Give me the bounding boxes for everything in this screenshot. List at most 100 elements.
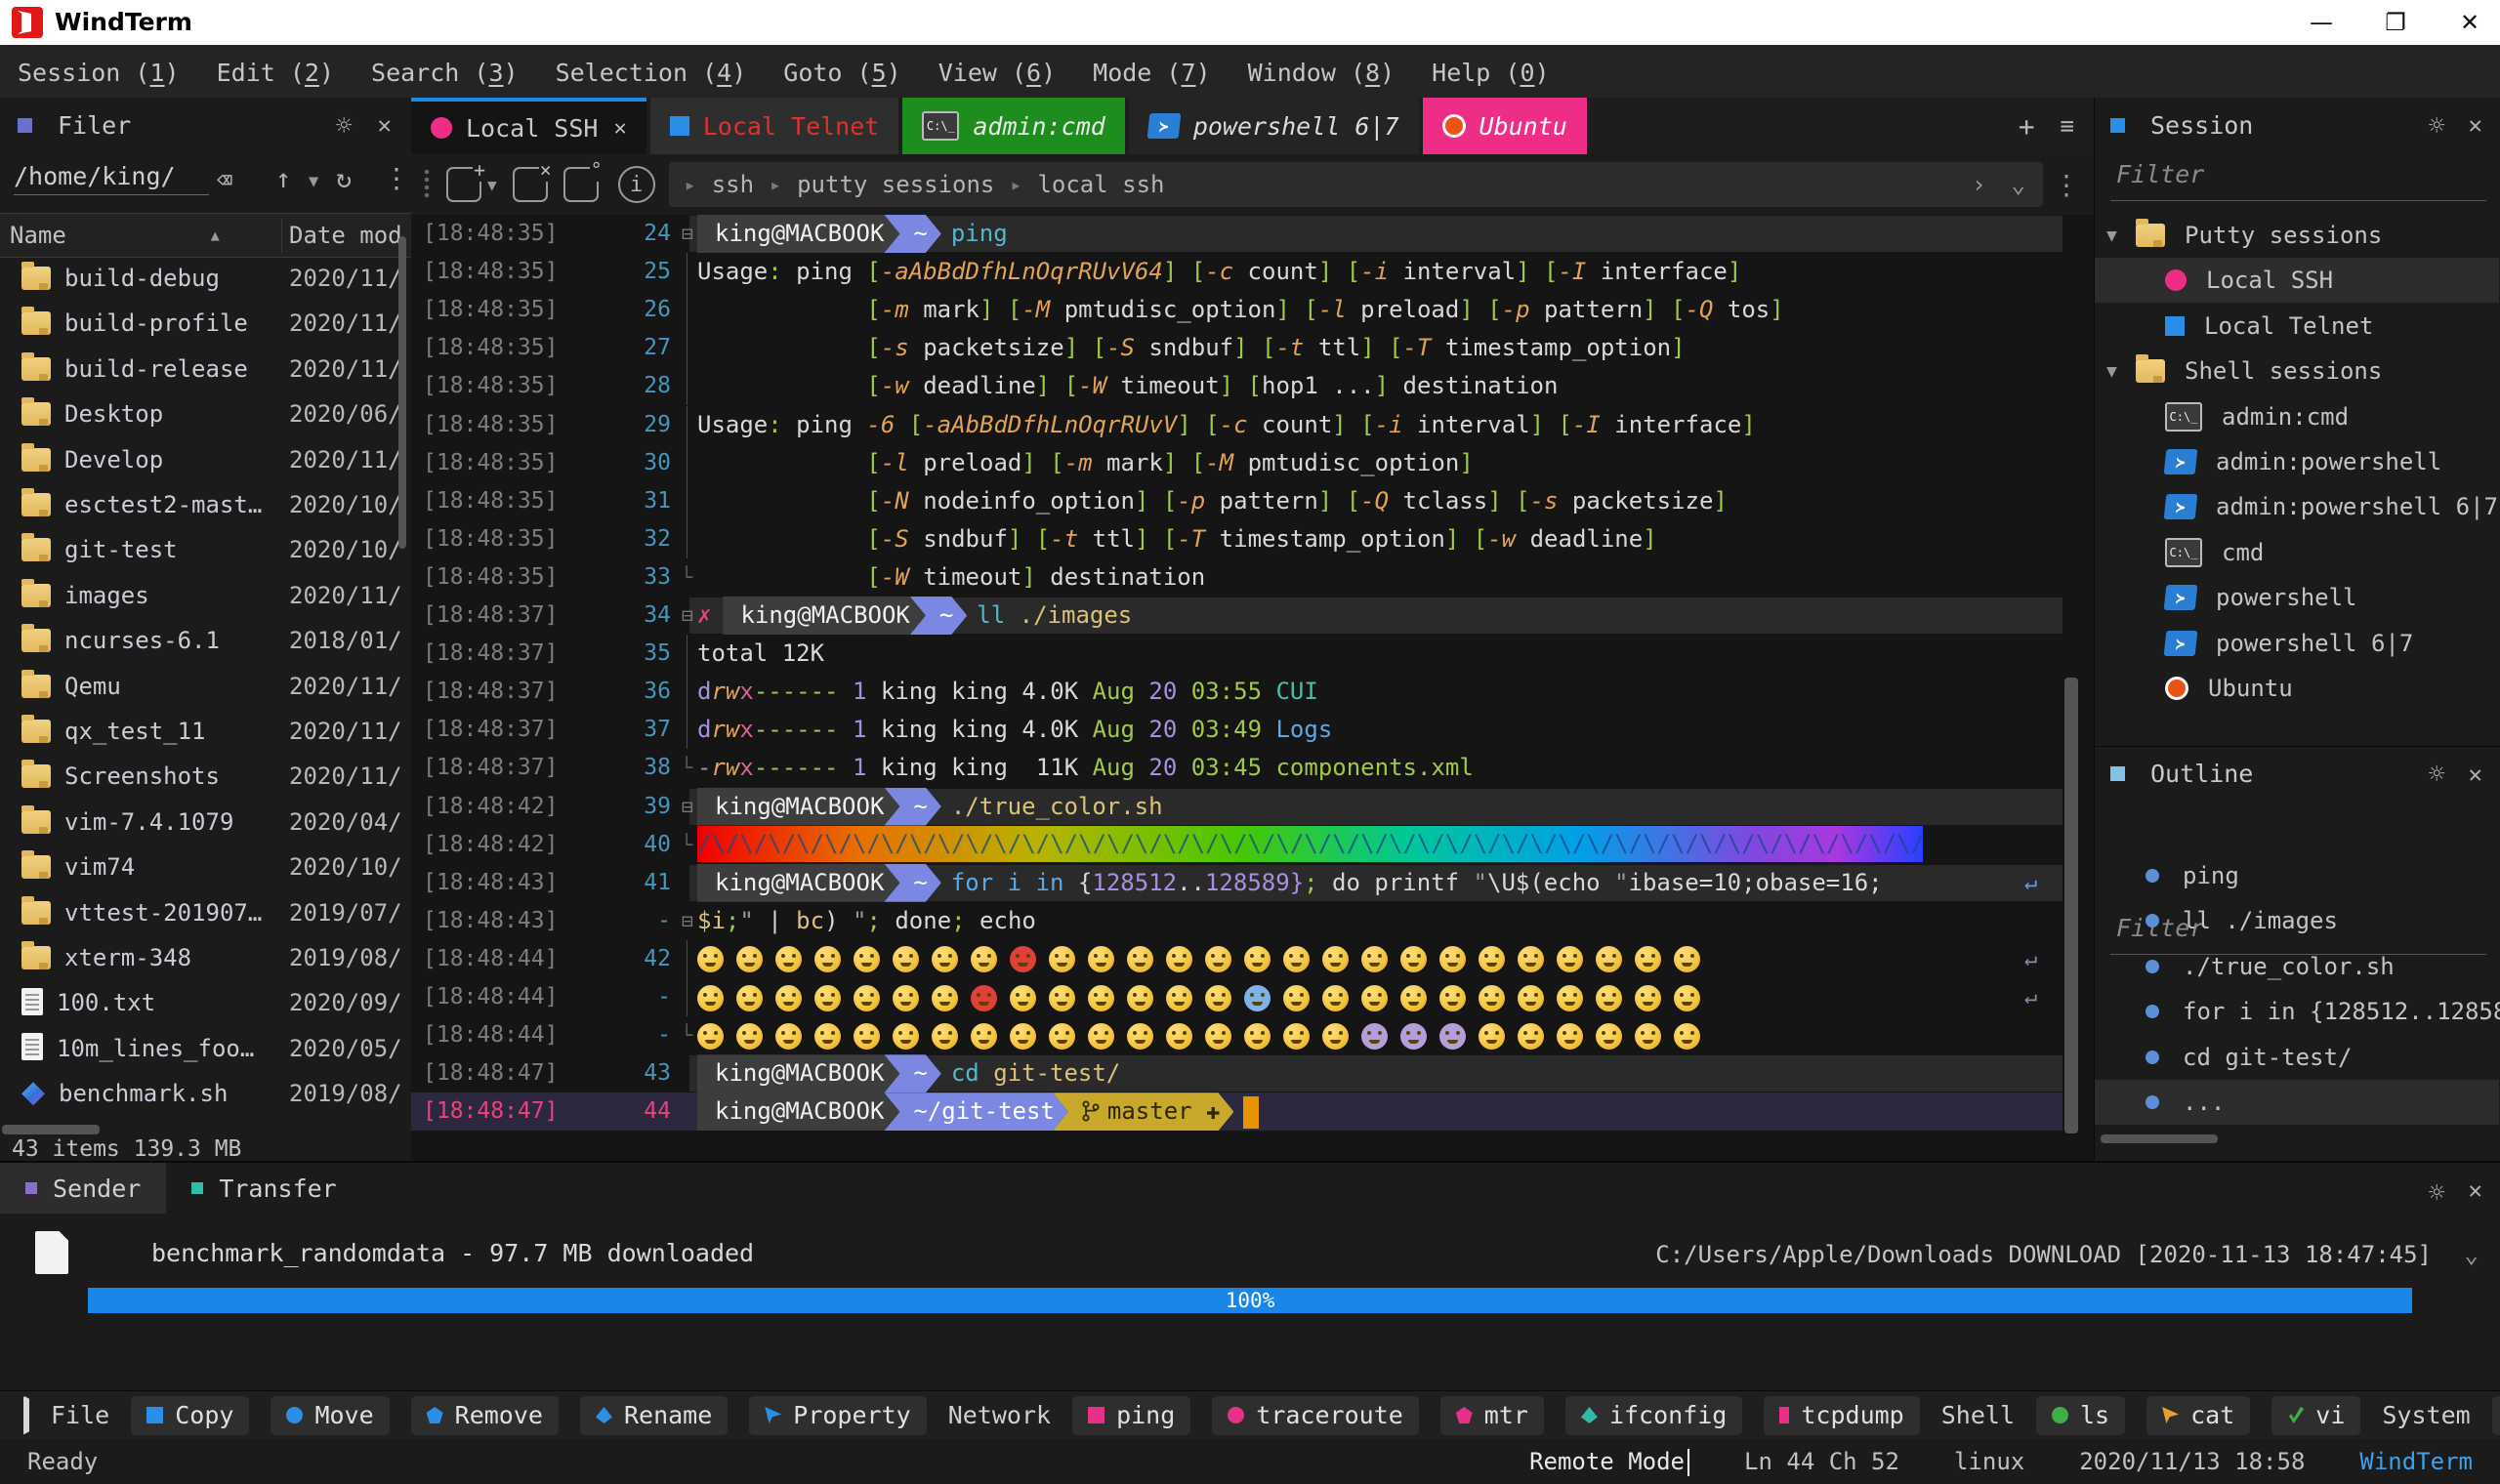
filer-settings-gear-icon[interactable]: ☼ xyxy=(336,109,353,142)
menu-goto[interactable]: Goto (5) xyxy=(783,59,900,87)
fold-marker-icon[interactable]: ⊟ xyxy=(677,215,698,253)
minimize-button[interactable]: — xyxy=(2291,0,2352,45)
filer-vertical-scrollbar[interactable] xyxy=(398,236,406,549)
breadcrumb-item-putty-sessions[interactable]: putty sessions xyxy=(797,171,994,198)
toolbar-button-vi[interactable]: vi xyxy=(2271,1395,2361,1435)
menu-session[interactable]: Session (1) xyxy=(18,59,180,87)
tab-ubuntu[interactable]: Ubuntu xyxy=(1422,98,1587,154)
new-tab-icon[interactable]: + xyxy=(446,158,486,202)
expand-arrow-icon[interactable]: ▼ xyxy=(2106,226,2130,246)
toolbar-button-traceroute[interactable]: traceroute xyxy=(1212,1395,1419,1435)
file-row[interactable]: vttest-20190710 2019/07/ xyxy=(0,890,411,935)
file-row[interactable]: git-test 2020/10/ xyxy=(0,527,411,572)
filer-close-icon[interactable]: ✕ xyxy=(378,111,392,139)
file-row[interactable]: Qemu 2020/11/ xyxy=(0,664,411,709)
refresh-icon[interactable]: ↻ xyxy=(336,164,352,194)
toolbar-button-rename[interactable]: Rename xyxy=(579,1395,729,1435)
file-row[interactable]: Screenshots 2020/11/ xyxy=(0,754,411,799)
outline-close-icon[interactable]: ✕ xyxy=(2469,761,2482,788)
toolbar-button-mtr[interactable]: mtr xyxy=(1439,1395,1544,1435)
file-row[interactable]: ncurses-6.1 2018/01/ xyxy=(0,618,411,663)
outline-horizontal-scrollbar[interactable] xyxy=(2101,1134,2218,1143)
up-directory-icon[interactable]: ↑ xyxy=(275,164,291,194)
session-item-admin-cmd[interactable]: C:\_ admin:cmd xyxy=(2095,394,2499,439)
status-mode[interactable]: Remote Mode xyxy=(1529,1448,1690,1476)
session-item-admin-powershell-6-7[interactable]: ≻ admin:powershell 6|7 xyxy=(2095,484,2499,529)
run-command-icon[interactable]: › xyxy=(1972,171,1985,198)
sender-tab-sender[interactable]: Sender xyxy=(0,1163,167,1214)
maximize-button[interactable]: ❐ xyxy=(2365,0,2426,45)
session-item-local-telnet[interactable]: Local Telnet xyxy=(2095,304,2499,349)
tab-admin-cmd[interactable]: C:\_ admin:cmd xyxy=(902,98,1125,154)
detach-tab-icon[interactable]: ° xyxy=(562,158,604,202)
session-item-local-ssh[interactable]: Local SSH xyxy=(2095,258,2499,304)
toolbar-button-reboot[interactable]: reboot xyxy=(2491,1395,2500,1435)
menu-view[interactable]: View (6) xyxy=(938,59,1056,87)
tab-list-icon[interactable]: ≡ xyxy=(2061,112,2074,140)
toolbar-button-remove[interactable]: Remove xyxy=(410,1395,559,1435)
file-row[interactable]: xterm-348 2019/08/ xyxy=(0,935,411,980)
toolbar-button-cat[interactable]: cat xyxy=(2146,1395,2251,1435)
close-button[interactable]: ✕ xyxy=(2439,0,2500,45)
file-row[interactable]: images 2020/11/ xyxy=(0,573,411,618)
column-header-name[interactable]: Name xyxy=(10,222,66,249)
transfer-expand-icon[interactable]: ⌄ xyxy=(2465,1241,2479,1268)
sort-ascending-icon[interactable]: ▲ xyxy=(211,227,220,244)
session-item-powershell-6-7[interactable]: ≻ powershell 6|7 xyxy=(2095,621,2499,666)
terminal-output[interactable]: [18:48:35] 24 ⊟ king@MACBOOK ~ ping [18:48:35]… xyxy=(411,215,2094,1161)
tab-close-icon[interactable]: ✕ xyxy=(613,116,626,141)
status-cursor-position[interactable]: Ln 44 Ch 52 xyxy=(1744,1448,1899,1475)
outline-item[interactable]: cd git-test/ xyxy=(2095,1035,2499,1080)
status-datetime[interactable]: 2020/11/13 18:58 xyxy=(2079,1448,2305,1475)
breadcrumb-item-local-ssh[interactable]: local ssh xyxy=(1037,171,1164,198)
status-brand[interactable]: WindTerm xyxy=(2359,1448,2473,1475)
file-row[interactable]: vim-7.4.1079 2020/04/ xyxy=(0,800,411,845)
file-row[interactable]: 100.txt 2020/09/ xyxy=(0,980,411,1025)
column-header-date[interactable]: Date mod xyxy=(289,222,402,249)
outline-item[interactable]: ll ./images xyxy=(2095,898,2499,943)
toolbar-button-ifconfig[interactable]: ifconfig xyxy=(1564,1395,1743,1435)
tab-local-ssh[interactable]: Local SSH ✕ xyxy=(411,98,646,154)
file-row[interactable]: esctest2-master 2020/10/ xyxy=(0,482,411,527)
breadcrumb-dropdown-icon[interactable]: ⌄ xyxy=(2012,171,2025,198)
session-item-powershell[interactable]: ≻ powershell xyxy=(2095,575,2499,620)
session-group-putty-sessions[interactable]: ▼ Putty sessions xyxy=(2095,213,2499,258)
session-info-icon[interactable]: i xyxy=(617,166,655,203)
toolbar-drag-handle[interactable] xyxy=(423,168,431,201)
toolbar-button-tcpdump[interactable]: tcpdump xyxy=(1764,1395,1920,1435)
file-row[interactable]: Develop 2020/11/ xyxy=(0,437,411,482)
file-row[interactable]: 10m_lines_foo.t… 2020/05/ xyxy=(0,1026,411,1071)
outline-item[interactable]: for i in {128512..128589} xyxy=(2095,989,2500,1034)
tab-powershell-6-7[interactable]: ≻ powershell 6|7 xyxy=(1128,98,1419,154)
filer-more-icon[interactable]: ⋮ xyxy=(383,162,410,194)
fold-marker-icon[interactable]: ⊟ xyxy=(677,788,698,826)
file-row[interactable]: build-release 2020/11/ xyxy=(0,347,411,392)
session-item-ubuntu[interactable]: Ubuntu xyxy=(2095,666,2499,711)
sender-close-icon[interactable]: ✕ xyxy=(2469,1176,2482,1209)
terminal-scrollbar[interactable] xyxy=(2064,678,2078,1134)
toolbar-button-property[interactable]: Property xyxy=(749,1395,927,1435)
outline-item[interactable]: ... xyxy=(2095,1080,2499,1125)
outline-item[interactable]: ./true_color.sh xyxy=(2095,944,2499,989)
file-row[interactable]: benchmark.sh 2019/08/ xyxy=(0,1071,411,1116)
exit-door-icon[interactable] xyxy=(23,1395,29,1435)
menu-window[interactable]: Window (8) xyxy=(1248,59,1396,87)
expand-arrow-icon[interactable]: ▼ xyxy=(2106,361,2130,382)
toolbar-button-ping[interactable]: ping xyxy=(1072,1395,1191,1435)
sender-settings-gear-icon[interactable]: ☼ xyxy=(2429,1176,2445,1209)
status-os[interactable]: linux xyxy=(1954,1448,2024,1475)
outline-item[interactable]: ping xyxy=(2095,853,2499,898)
file-row[interactable]: build-profile 2020/11/ xyxy=(0,301,411,346)
tab-local-telnet[interactable]: Local Telnet xyxy=(649,98,899,154)
session-group-shell-sessions[interactable]: ▼ Shell sessions xyxy=(2095,349,2499,393)
file-row[interactable]: Desktop 2020/06/ xyxy=(0,392,411,436)
file-row[interactable]: build-debug 2020/11/ xyxy=(0,256,411,301)
menu-edit[interactable]: Edit (2) xyxy=(217,59,334,87)
fold-marker-icon[interactable]: ⊟ xyxy=(677,597,698,635)
file-row[interactable]: qx_test_11 2020/11/ xyxy=(0,709,411,754)
menu-selection[interactable]: Selection (4) xyxy=(556,59,747,87)
file-row[interactable]: vim74 2020/10/ xyxy=(0,845,411,889)
session-item-admin-powershell[interactable]: ≻ admin:powershell xyxy=(2095,439,2499,484)
toolbar-button-move[interactable]: Move xyxy=(271,1395,390,1435)
sender-tab-transfer[interactable]: Transfer xyxy=(166,1163,361,1214)
